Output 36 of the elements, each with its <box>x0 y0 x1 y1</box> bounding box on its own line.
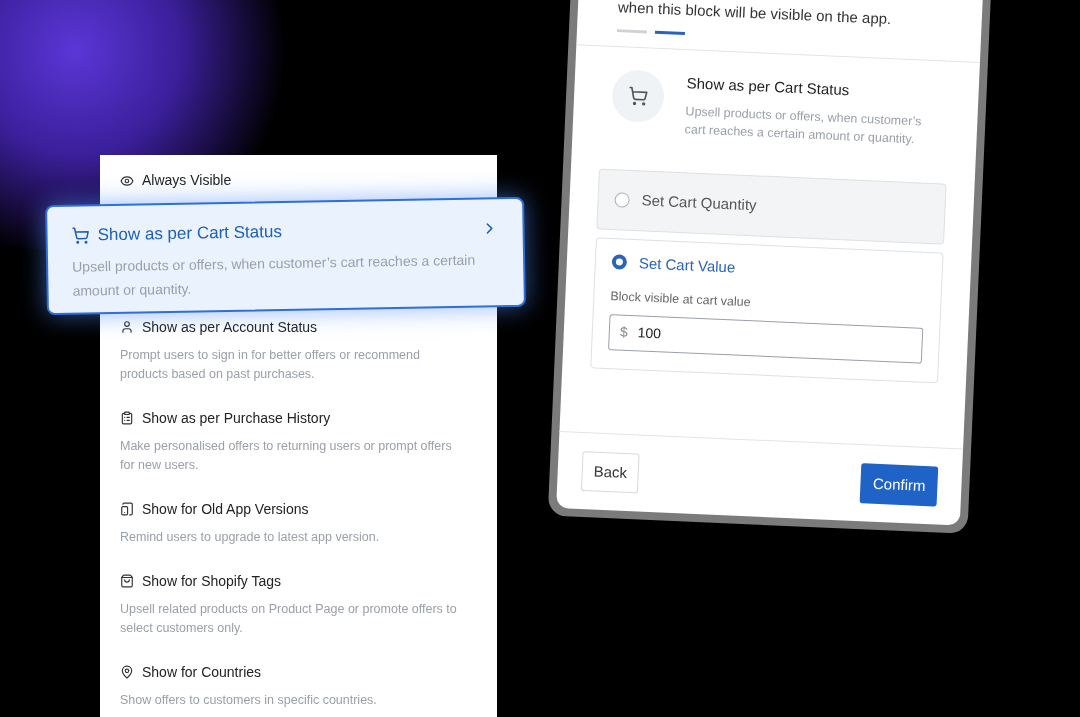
confirm-button[interactable]: Confirm <box>860 462 939 507</box>
cart-icon <box>627 85 649 107</box>
location-pin-icon <box>120 665 134 679</box>
condition-description: Show offers to customers in specific countries. <box>120 691 378 709</box>
currency-prefix: $ <box>619 322 629 343</box>
radio-button[interactable] <box>611 254 628 270</box>
field-label: Block visible at cart value <box>610 288 752 312</box>
condition-description: Make personalised offers to returning users or prompt offers for new users. <box>120 437 453 474</box>
condition-description: Upsell products or offers, when customer’s cart reaches a certain amount or quantity. <box>71 250 477 301</box>
condition-title[interactable]: Show as per Account Status <box>142 316 318 338</box>
condition-description: Upsell products or offers, when customer’s cart reaches a certain amount or quantity. <box>684 103 923 149</box>
user-icon <box>120 320 134 334</box>
condition-title: Show as per Cart Status <box>97 221 283 247</box>
bag-icon <box>120 574 134 588</box>
eye-icon <box>120 173 134 188</box>
condition-card[interactable]: Show as per Cart Status Upsell products or offers, when customer’s cart reaches a certain amount or quantity. <box>45 196 526 315</box>
radio-button[interactable] <box>614 191 630 208</box>
condition-title[interactable]: Show for Old App Versions <box>142 498 309 520</box>
option-label: Set Cart Value <box>638 252 736 277</box>
dialog-hint: when this block will be visible on the app. <box>617 0 893 30</box>
condition-title[interactable]: Show for Shopify Tags <box>142 570 282 592</box>
cart-icon <box>71 226 90 245</box>
cart-option[interactable]: Set Cart Value Block visible at cart value $ 100 <box>590 236 944 384</box>
clipboard-icon <box>120 411 134 425</box>
back-button[interactable]: Back <box>580 450 640 494</box>
condition-title[interactable]: Show as per Purchase History <box>142 407 331 429</box>
cart-option[interactable]: Set Cart Quantity <box>596 168 947 245</box>
devices-icon <box>120 502 134 516</box>
condition-title[interactable]: Show for Countries <box>142 661 262 683</box>
option-label: Set Cart Quantity <box>641 190 758 216</box>
condition-description: Prompt users to sign in for better offers or recommend products based on past purchases. <box>120 346 421 383</box>
condition-title: Show as per Cart Status <box>686 72 851 100</box>
condition-title[interactable]: Always Visible <box>142 170 232 191</box>
condition-description: Remind users to upgrade to latest app version. <box>120 528 381 546</box>
condition-description: Upsell related products on Product Page or promote offers to select customers only. <box>120 600 458 637</box>
field-value: 100 <box>637 323 662 344</box>
